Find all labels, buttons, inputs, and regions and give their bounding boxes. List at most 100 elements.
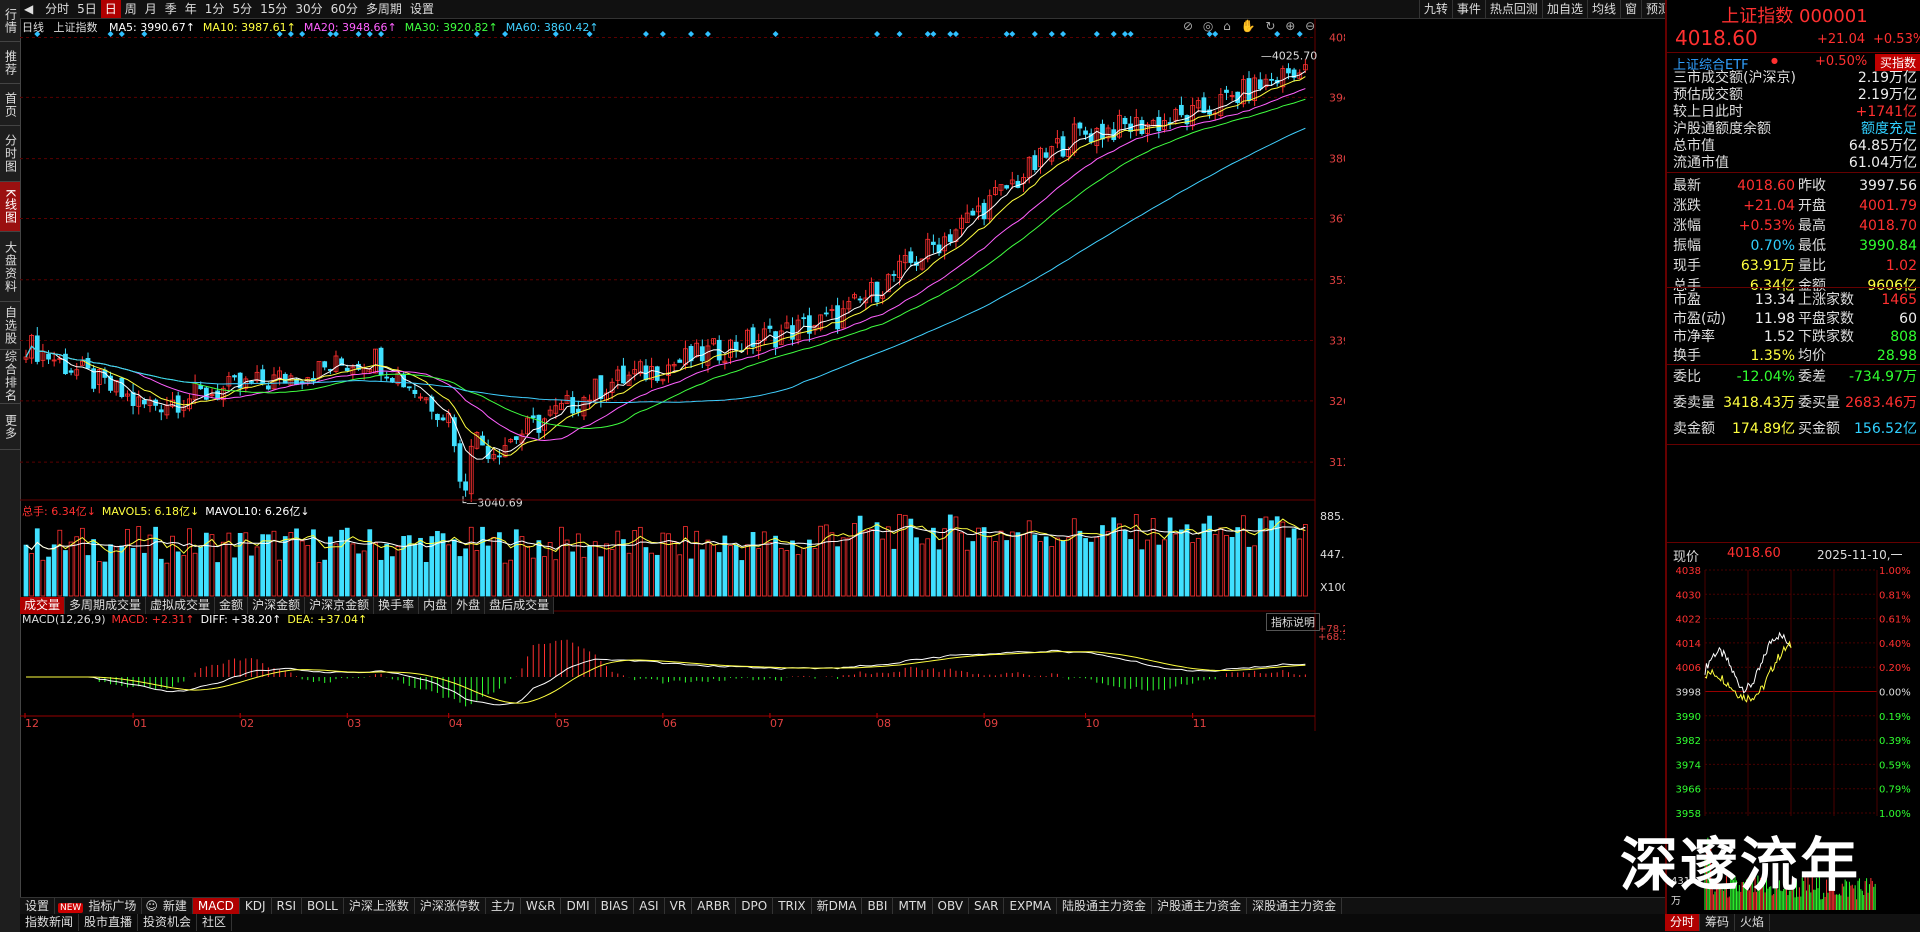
volume-bar [1105,531,1111,597]
volume-bar [790,540,795,597]
left-tab-4[interactable]: K线图 [0,182,20,232]
left-tab-8[interactable]: 更多 [0,404,20,450]
indicator-tab-11[interactable]: W&R [521,898,562,915]
toolbar-item-3[interactable]: 加自选 [1541,0,1587,18]
toolbar-item-1[interactable]: 事件 [1451,0,1485,18]
period-tab-10[interactable]: 30分 [291,0,326,18]
indicator-tab-25[interactable]: 陆股通主力资金 [1057,898,1153,915]
indicator-tab-4[interactable]: MACD [192,898,240,915]
indicator-tab-0[interactable]: 设置 [20,898,56,915]
indicator-tab-15[interactable]: VR [665,898,693,915]
volume-tab-2[interactable]: 虚拟成交量 [146,597,216,614]
candle-body [530,415,536,419]
volume-tab-7[interactable]: 内盘 [419,597,453,614]
volume-tab-0[interactable]: 成交量 [20,597,66,614]
toolbar-item-4[interactable]: 均线 [1586,0,1620,18]
period-tab-4[interactable]: 月 [141,0,161,18]
period-tab-13[interactable]: 设置 [406,0,438,18]
left-tab-1[interactable]: 推荐 [0,42,20,84]
period-tab-12[interactable]: 多周期 [362,0,406,18]
left-tab-5[interactable]: 大盘资料 [0,232,20,302]
indicator-help-button[interactable]: 指标说明 [1266,613,1320,631]
stat-label: 沪股通额度余额 [1673,121,1771,137]
quote-value: 3997.56 [1859,178,1917,194]
indicator-tab-3[interactable]: 新建 [158,898,193,915]
candle-body [970,210,976,216]
period-tab-9[interactable]: 15分 [256,0,291,18]
candle-body [1246,78,1252,101]
period-tab-1[interactable]: 5日 [73,0,101,18]
indicator-tab-13[interactable]: BIAS [596,898,635,915]
quote-label: 振幅 [1673,238,1701,254]
nav-back-icon[interactable]: ◀ [20,0,37,18]
volume-tab-1[interactable]: 多周期成交量 [65,597,147,614]
bottom-link-2[interactable]: 投资机会 [138,914,198,931]
volume-tab-9[interactable]: 盘后成交量 [485,597,555,614]
left-tab-2[interactable]: 首页 [0,84,20,126]
toolbar-item-5[interactable]: 窗 [1619,0,1641,18]
toolbar-item-0[interactable]: 九转 [1418,0,1452,18]
indicator-tab-19[interactable]: 新DMA [812,898,863,915]
volume-bar [784,550,790,597]
indicator-tab-17[interactable]: DPO [736,898,774,915]
indicator-tab-14[interactable]: ASI [634,898,665,915]
left-tab-6[interactable]: 自选股 [0,302,20,350]
quote-row: 现手 63.91万 量比 1.02 [1673,256,1917,276]
volume-tab-5[interactable]: 沪深京金额 [305,597,375,614]
panel-tab-1[interactable]: 筹码 [1700,914,1736,931]
volume-tab-3[interactable]: 金额 [215,597,249,614]
candle-body [130,392,136,406]
indicator-tab-16[interactable]: ARBR [692,898,737,915]
chart-tool-icons[interactable]: ⊘ ◎ ⌂ ✋ ↻ ⊕ ⊖ [1183,19,1318,33]
period-tab-11[interactable]: 60分 [327,0,362,18]
volume-bar [750,532,756,597]
candle-body [46,353,51,360]
left-tab-3[interactable]: 分时图 [0,126,20,182]
buy-index-button[interactable]: 买指数 [1875,54,1920,71]
bottom-link-0[interactable]: 指数新闻 [20,914,80,931]
period-tab-8[interactable]: 5分 [228,0,256,18]
indicator-tab-24[interactable]: EXPMA [1004,898,1058,915]
volume-tab-4[interactable]: 沪深金额 [248,597,306,614]
indicator-tab-10[interactable]: 主力 [486,898,521,915]
indicator-tab-21[interactable]: MTM [893,898,933,915]
volume-bar [350,543,356,597]
period-tab-5[interactable]: 季 [161,0,181,18]
indicator-tab-12[interactable]: DMI [561,898,596,915]
period-tab-7[interactable]: 1分 [201,0,229,18]
period-tab-6[interactable]: 年 [181,0,201,18]
month-label: 07 [770,717,784,730]
indicator-tab-22[interactable]: OBV [933,898,970,915]
indicator-tab-2[interactable]: 指标广场 [83,898,143,915]
bottom-link-1[interactable]: 股市直播 [79,914,139,931]
period-tab-2[interactable]: 日 [100,0,121,18]
quote-label: 最低 [1798,238,1826,254]
panel-tab-2[interactable]: 火焰 [1735,914,1771,931]
left-tab-0[interactable]: 行情 [0,0,20,42]
indicator-tab-20[interactable]: BBI [862,898,894,915]
volume-tab-8[interactable]: 外盘 [452,597,486,614]
period-tab-0[interactable]: 分时 [41,0,73,18]
bottom-link-3[interactable]: 社区 [197,914,233,931]
indicator-tab-8[interactable]: 沪深上涨数 [344,898,415,915]
panel-tab-0[interactable]: 分时 [1665,914,1701,931]
volume-bar [1015,532,1021,597]
toolbar-item-2[interactable]: 热点回测 [1484,0,1542,18]
indicator-tab-26[interactable]: 沪股通主力资金 [1152,898,1248,915]
indicator-tab-18[interactable]: TRIX [773,898,812,915]
indicator-tab-9[interactable]: 沪深涨停数 [415,898,486,915]
quote-row: 最新 4018.60 昨收 3997.56 [1673,176,1917,196]
indicator-tab-27[interactable]: 深股通主力资金 [1247,898,1343,915]
period-tab-3[interactable]: 周 [121,0,141,18]
indicator-tab-5[interactable]: KDJ [240,898,272,915]
quote-value: 1465 [1881,292,1917,308]
left-tab-7[interactable]: 综合排名 [0,348,20,404]
volume-bar [998,530,1004,597]
volume-bar [885,526,891,597]
indicator-tab-7[interactable]: BOLL [302,898,344,915]
indicator-tab-6[interactable]: RSI [272,898,303,915]
volume-tab-6[interactable]: 换手率 [374,597,420,614]
volume-bar [761,531,767,597]
indicator-tab-23[interactable]: SAR [969,898,1005,915]
quote-row: 振幅 0.70% 最低 3990.84 [1673,236,1917,256]
